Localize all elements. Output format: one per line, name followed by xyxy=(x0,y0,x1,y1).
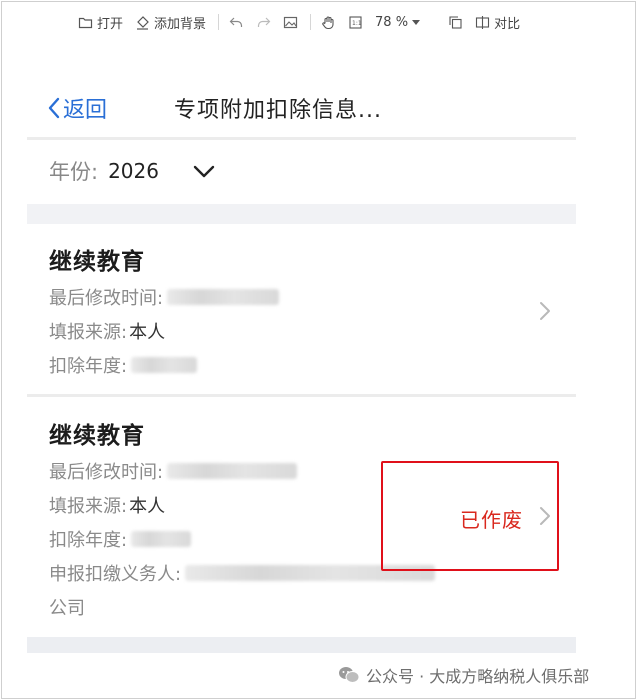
folder-icon xyxy=(78,15,93,30)
viewer-toolbar: 打开 添加背景 1:1 78 % 对比 xyxy=(0,0,637,44)
withholding-agent-company: 公司 xyxy=(49,598,85,619)
year-value: 2026 xyxy=(108,159,159,183)
deduction-year-label: 扣除年度: xyxy=(49,530,128,551)
zoom-value: 78 % xyxy=(375,14,409,30)
source-row: 填报来源: 本人 xyxy=(49,318,165,344)
open-label: 打开 xyxy=(97,16,124,32)
withholding-agent-row: 申报扣缴义务人: xyxy=(49,560,436,586)
source-value: 本人 xyxy=(129,496,166,517)
chevron-right-icon xyxy=(540,302,550,320)
modified-time-label: 最后修改时间: xyxy=(49,288,164,309)
redacted-value xyxy=(131,531,192,547)
chevron-down-icon xyxy=(412,19,421,25)
compare-icon xyxy=(475,15,490,30)
compare-button[interactable]: 对比 xyxy=(475,10,520,34)
copy-button[interactable] xyxy=(448,10,463,34)
hand-icon xyxy=(321,15,336,30)
record-title: 继续教育 xyxy=(49,423,145,449)
back-label: 返回 xyxy=(63,98,108,123)
svg-text:1:1: 1:1 xyxy=(352,20,362,27)
actual-size-icon: 1:1 xyxy=(348,15,363,30)
undo-button[interactable] xyxy=(229,10,244,34)
modified-time-label: 最后修改时间: xyxy=(49,462,164,483)
image-icon xyxy=(283,15,298,30)
zoom-select[interactable]: 78 % xyxy=(375,14,421,30)
redo-icon xyxy=(256,15,271,30)
section-gap xyxy=(27,204,576,224)
page-title: 专项附加扣除信息... xyxy=(174,98,382,123)
toolbar-separator xyxy=(218,14,220,30)
image-button[interactable] xyxy=(283,10,298,34)
actual-size-button[interactable]: 1:1 xyxy=(348,10,363,34)
add-background-button[interactable]: 添加背景 xyxy=(135,10,206,34)
add-background-label: 添加背景 xyxy=(154,16,207,32)
watermark: 公众号 · 大成方略纳税人俱乐部 xyxy=(338,663,589,687)
redo-button[interactable] xyxy=(256,10,271,34)
compare-label: 对比 xyxy=(494,16,521,32)
chevron-down-icon[interactable] xyxy=(193,165,215,179)
deduction-year-row: 扣除年度: xyxy=(49,526,192,552)
modified-time-row: 最后修改时间: xyxy=(49,458,298,484)
redacted-value xyxy=(131,357,198,373)
copy-icon xyxy=(448,15,463,30)
hand-tool-button[interactable] xyxy=(321,10,336,34)
deduction-year-label: 扣除年度: xyxy=(49,356,128,377)
record-divider xyxy=(27,394,576,397)
nav-bar: 返回 专项附加扣除信息... xyxy=(27,74,576,140)
source-label: 填报来源: xyxy=(49,322,128,343)
source-label: 填报来源: xyxy=(49,496,128,517)
redacted-value xyxy=(167,289,280,305)
back-button[interactable]: 返回 xyxy=(47,92,107,124)
annotation-highlight-box xyxy=(381,461,559,571)
watermark-text: 公众号 · 大成方略纳税人俱乐部 xyxy=(366,667,590,686)
undo-icon xyxy=(229,15,244,30)
redacted-value xyxy=(167,463,298,479)
record-title: 继续教育 xyxy=(49,249,145,275)
chevron-left-icon xyxy=(48,97,60,119)
year-selector[interactable]: 年份: 2026 xyxy=(49,156,159,186)
source-row: 填报来源: 本人 xyxy=(49,492,165,518)
year-label: 年份: xyxy=(49,160,99,184)
modified-time-row: 最后修改时间: xyxy=(49,284,280,310)
record-card[interactable]: 继续教育 最后修改时间: 填报来源: 本人 扣除年度: xyxy=(27,224,576,394)
open-button[interactable]: 打开 xyxy=(78,10,123,34)
source-value: 本人 xyxy=(129,322,166,343)
section-gap xyxy=(27,637,576,653)
nav-divider xyxy=(27,137,576,140)
withholding-agent-label: 申报扣缴义务人: xyxy=(49,564,182,585)
toolbar-separator xyxy=(310,14,312,30)
paint-bucket-icon xyxy=(135,15,150,30)
withholding-agent-suffix: 公司 xyxy=(49,594,85,620)
wechat-icon xyxy=(339,667,360,683)
deduction-year-row: 扣除年度: xyxy=(49,352,198,378)
